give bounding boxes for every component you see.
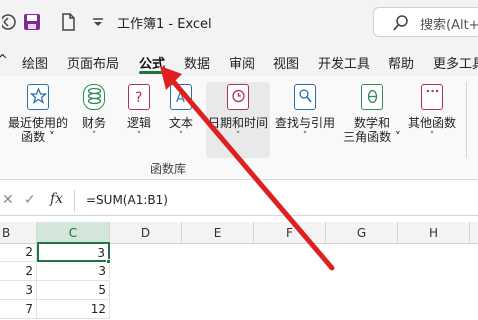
- annotation-arrow: [160, 66, 335, 271]
